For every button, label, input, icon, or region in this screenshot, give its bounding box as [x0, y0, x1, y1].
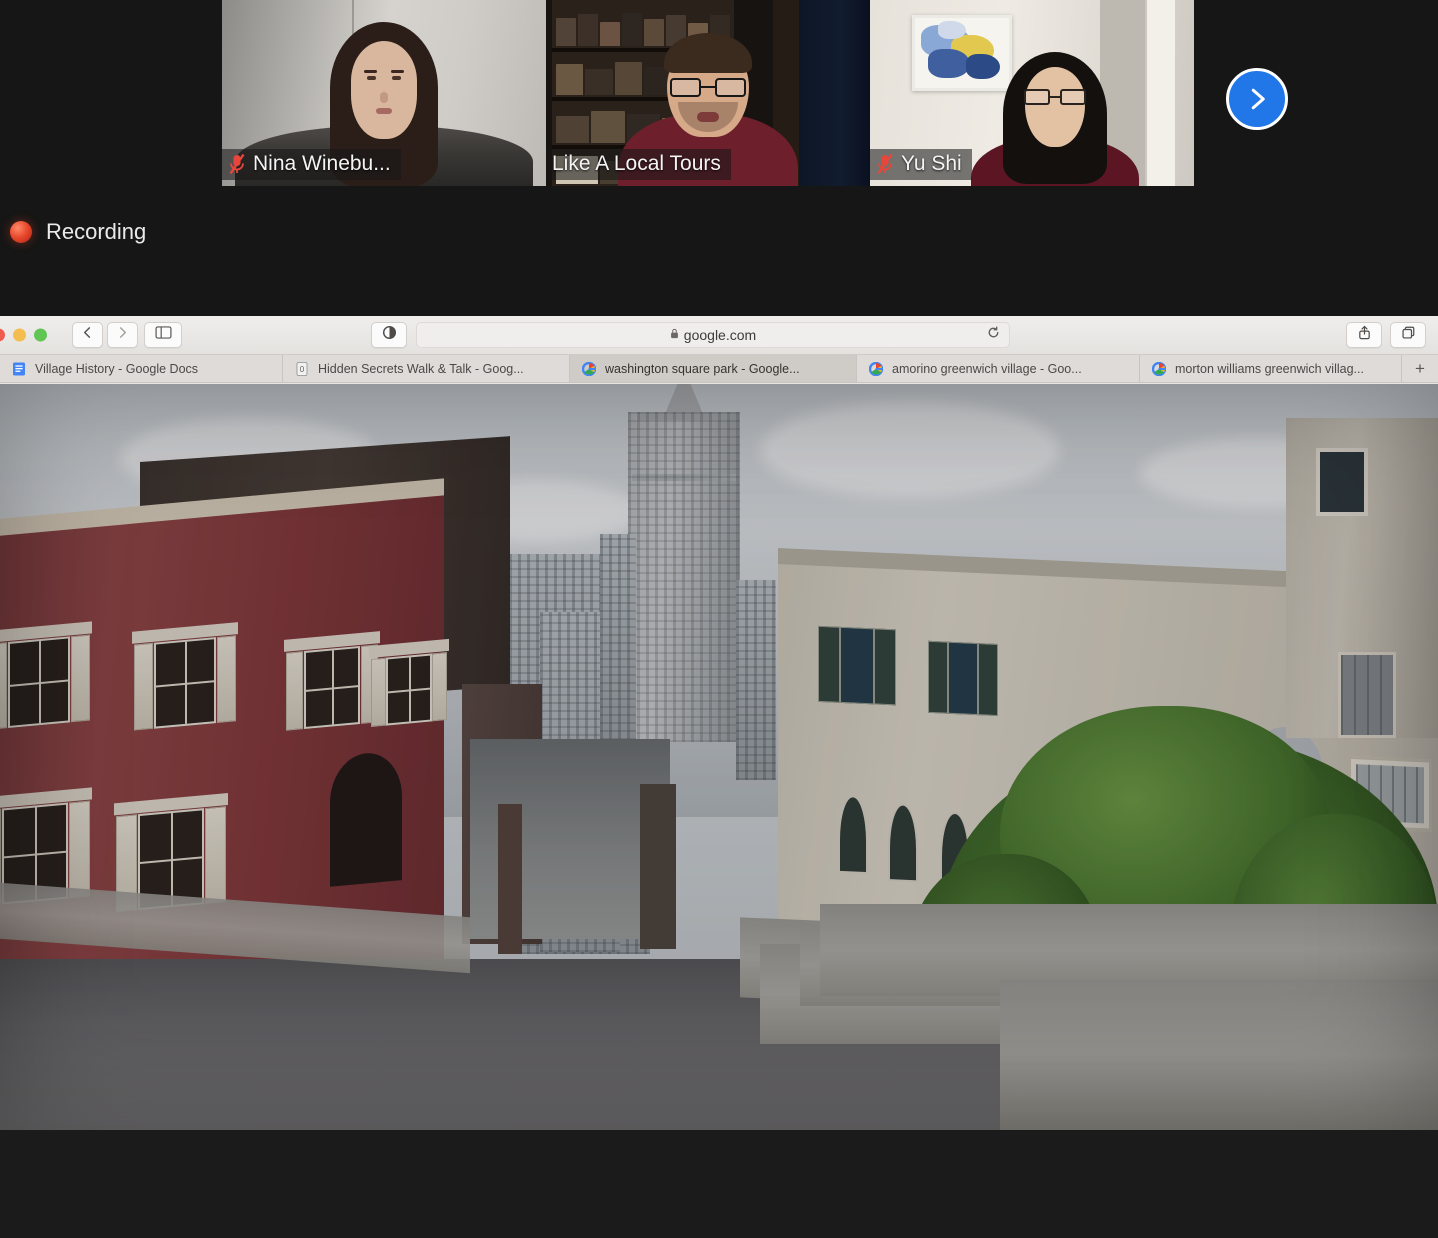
participant-name-1: Like A Local Tours: [552, 152, 721, 175]
participant-name-bar-2: Yu Shi: [870, 149, 972, 180]
browser-tab-0[interactable]: Village History - Google Docs: [0, 355, 283, 382]
zoom-meeting-panel: Nina Winebu... Like A Local Tours Yu Shi…: [0, 0, 1438, 316]
google-street-view-panorama[interactable]: [0, 384, 1438, 1130]
participant-name-2: Yu Shi: [901, 152, 962, 175]
address-bar[interactable]: google.com: [416, 322, 1010, 348]
participant-filmstrip: Nina Winebu... Like A Local Tours Yu Shi: [222, 0, 1194, 186]
browser-tab-2[interactable]: washington square park - Google...: [570, 355, 857, 382]
zoom-window-button[interactable]: [34, 328, 47, 342]
participant-tile-1[interactable]: Like A Local Tours: [546, 0, 870, 186]
recording-indicator[interactable]: Recording: [10, 220, 146, 244]
distant-tower: [628, 384, 740, 742]
reload-button[interactable]: [987, 326, 1000, 344]
sidebar-icon: [154, 326, 172, 344]
close-window-button[interactable]: [0, 328, 5, 342]
forward-button[interactable]: [107, 322, 138, 348]
chevron-right-icon: [1242, 84, 1272, 114]
recording-dot-icon: [10, 221, 32, 243]
bottom-letterbox: [0, 1130, 1438, 1238]
participant-name-bar-0: Nina Winebu...: [222, 149, 401, 180]
tab-title: washington square park - Google...: [605, 361, 800, 376]
window-traffic-lights[interactable]: [0, 328, 47, 342]
svg-text:0: 0: [300, 365, 305, 374]
google-docs-icon: [12, 362, 26, 376]
chevron-right-icon: [116, 326, 129, 344]
participant-name-bar-1: Like A Local Tours: [546, 149, 731, 180]
sidebar-toggle-button[interactable]: [144, 322, 182, 348]
tab-title: Village History - Google Docs: [35, 361, 199, 376]
browser-tab-1[interactable]: 0 Hidden Secrets Walk & Talk - Goog...: [283, 355, 570, 382]
browser-tab-3[interactable]: amorino greenwich village - Goo...: [857, 355, 1140, 382]
browser-toolbar: google.com: [0, 316, 1438, 355]
navigation-buttons: [72, 322, 138, 348]
mic-muted-icon: [228, 153, 246, 175]
tab-title: Hidden Secrets Walk & Talk - Goog...: [318, 361, 524, 376]
chevron-left-icon: [81, 326, 94, 344]
back-button[interactable]: [72, 322, 103, 348]
participant-tile-2[interactable]: Yu Shi: [870, 0, 1194, 186]
google-icon: [581, 361, 597, 376]
new-tab-label: +: [1415, 358, 1425, 378]
tab-overview-icon: [1401, 325, 1416, 345]
address-bar-url: google.com: [683, 327, 757, 343]
toolbar-right-buttons: [1346, 322, 1426, 348]
browser-tab-4[interactable]: morton williams greenwich villag...: [1140, 355, 1402, 382]
participant-name-0: Nina Winebu...: [253, 152, 391, 175]
share-button[interactable]: [1346, 322, 1382, 348]
next-participants-page-button[interactable]: [1226, 68, 1288, 130]
reader-mode-button[interactable]: [371, 322, 407, 348]
new-tab-button[interactable]: +: [1402, 355, 1438, 382]
mic-muted-icon: [876, 153, 894, 175]
reader-mode-icon: [382, 325, 397, 345]
google-docs-icon: 0: [295, 361, 309, 376]
recording-label: Recording: [46, 219, 147, 244]
minimize-window-button[interactable]: [13, 328, 26, 342]
wall-art: [912, 14, 1013, 91]
tab-overview-button[interactable]: [1390, 322, 1426, 348]
lock-icon: [670, 326, 679, 344]
share-icon: [1357, 325, 1372, 345]
google-icon: [868, 361, 884, 376]
tab-title: amorino greenwich village - Goo...: [892, 361, 1082, 376]
tab-bar: Village History - Google Docs 0 Hidden S…: [0, 355, 1438, 383]
google-icon: [1151, 361, 1167, 376]
safari-browser-window: google.com Village History - Google Docs…: [0, 316, 1438, 1130]
tab-title: morton williams greenwich villag...: [1175, 361, 1364, 376]
participant-tile-0[interactable]: Nina Winebu...: [222, 0, 546, 186]
